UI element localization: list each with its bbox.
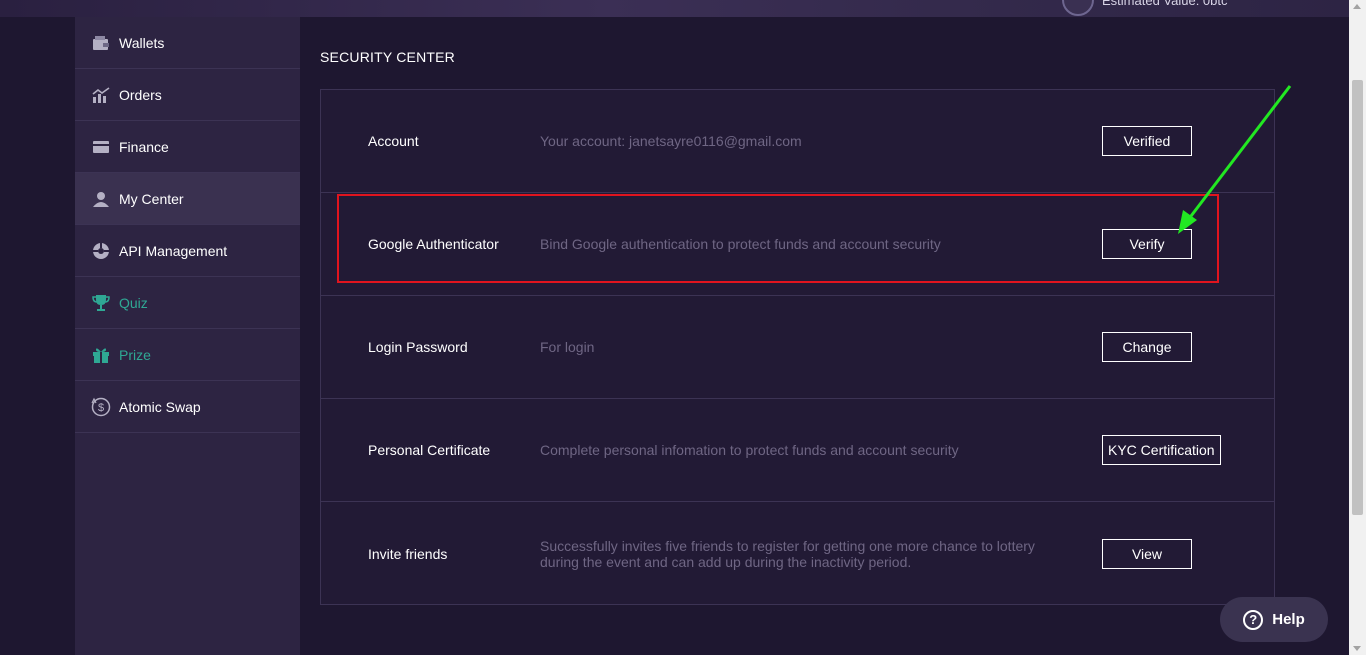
help-label: Help <box>1272 611 1305 628</box>
row-label: Account <box>368 133 419 149</box>
security-row-invite-friends: Invite friends Successfully invites five… <box>321 502 1274 605</box>
row-label: Google Authenticator <box>368 236 499 252</box>
view-button[interactable]: View <box>1102 538 1192 569</box>
sidebar: Wallets Orders Finance My Center API Man… <box>75 17 300 655</box>
kyc-certification-button[interactable]: KYC Certification <box>1102 435 1221 465</box>
sidebar-item-atomic-swap[interactable]: $ Atomic Swap <box>75 381 300 433</box>
sidebar-item-finance[interactable]: Finance <box>75 121 300 173</box>
row-label: Login Password <box>368 339 468 355</box>
left-gutter <box>0 17 75 655</box>
question-icon: ? <box>1243 609 1264 630</box>
sidebar-item-label: My Center <box>119 190 184 207</box>
gift-icon <box>91 345 111 365</box>
sidebar-item-my-center[interactable]: My Center <box>75 173 300 225</box>
sidebar-item-label: Atomic Swap <box>119 398 201 415</box>
sidebar-item-label: Prize <box>119 346 151 363</box>
api-icon <box>91 241 111 261</box>
scrollbar-thumb[interactable] <box>1352 80 1363 515</box>
card-icon <box>91 137 111 157</box>
row-description: Successfully invites five friends to reg… <box>540 537 1035 570</box>
user-icon <box>91 189 111 209</box>
security-row-account: Account Your account: janetsayre0116@gma… <box>321 90 1274 193</box>
security-row-personal-certificate: Personal Certificate Complete personal i… <box>321 399 1274 502</box>
sidebar-item-label: Wallets <box>119 34 165 51</box>
security-row-google-authenticator: Google Authenticator Bind Google authent… <box>321 193 1274 296</box>
chart-icon <box>91 85 111 105</box>
top-banner: Estimated Value: 0btc <box>0 0 1349 17</box>
svg-text:$: $ <box>98 402 104 414</box>
sidebar-item-api-management[interactable]: API Management <box>75 225 300 277</box>
sidebar-item-label: Finance <box>119 138 169 155</box>
row-label: Personal Certificate <box>368 442 491 458</box>
row-description: Complete personal infomation to protect … <box>540 442 959 458</box>
change-button[interactable]: Change <box>1102 332 1192 362</box>
row-label: Invite friends <box>368 545 448 562</box>
wallet-icon <box>91 33 111 53</box>
sidebar-item-orders[interactable]: Orders <box>75 69 300 121</box>
sidebar-item-label: Quiz <box>119 294 148 311</box>
row-description: Bind Google authentication to protect fu… <box>540 236 941 252</box>
security-panel: Account Your account: janetsayre0116@gma… <box>320 89 1275 605</box>
sidebar-item-prize[interactable]: Prize <box>75 329 300 381</box>
scroll-down-arrow-icon[interactable] <box>1353 646 1361 651</box>
help-button[interactable]: ? Help <box>1220 597 1328 642</box>
verified-button[interactable]: Verified <box>1102 126 1192 156</box>
sidebar-item-quiz[interactable]: Quiz <box>75 277 300 329</box>
row-description: Your account: janetsayre0116@gmail.com <box>540 133 802 149</box>
row-description: For login <box>540 339 595 355</box>
scroll-up-arrow-icon[interactable] <box>1353 4 1361 9</box>
avatar[interactable] <box>1062 0 1094 16</box>
sidebar-item-wallets[interactable]: Wallets <box>75 17 300 69</box>
estimated-value: Estimated Value: 0btc <box>1102 0 1228 8</box>
trophy-icon <box>91 293 111 313</box>
verify-button[interactable]: Verify <box>1102 229 1192 259</box>
scrollbar[interactable] <box>1349 0 1366 655</box>
sidebar-item-label: Orders <box>119 86 162 103</box>
sidebar-item-label: API Management <box>119 242 228 259</box>
swap-icon: $ <box>91 397 111 417</box>
page-title: SECURITY CENTER <box>320 49 455 65</box>
security-row-login-password: Login Password For login Change <box>321 296 1274 399</box>
